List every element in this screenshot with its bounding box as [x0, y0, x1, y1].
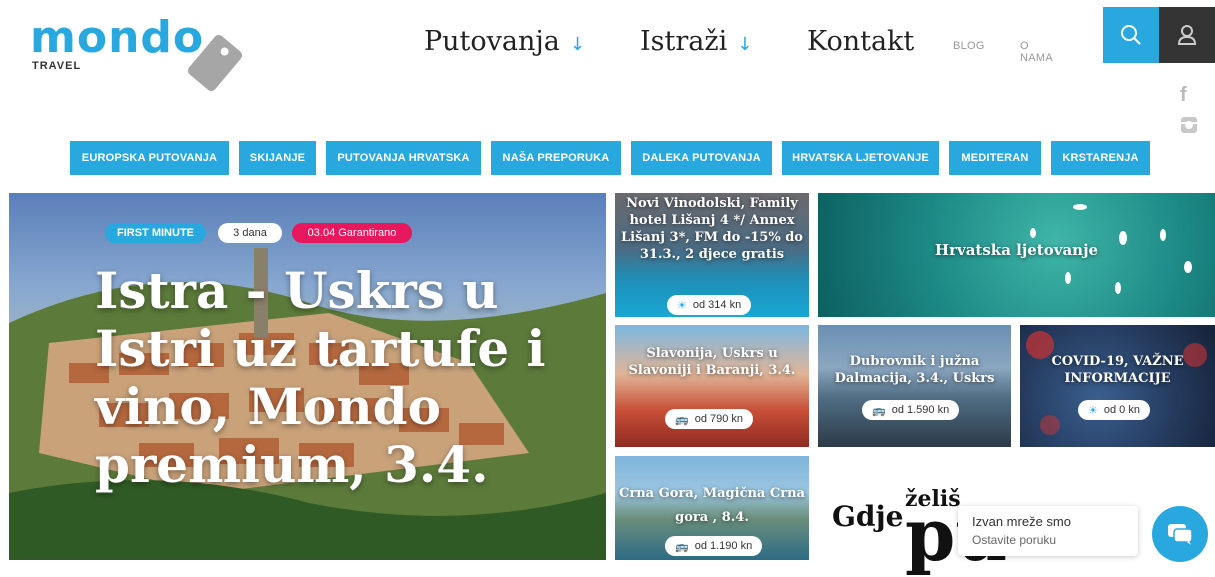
nav-kontakt[interactable]: Kontakt: [807, 24, 914, 60]
category-krstarenja[interactable]: KRSTARENJA: [1051, 141, 1150, 175]
category-putovanja-hrvatska[interactable]: PUTOVANJA HRVATSKA: [326, 141, 481, 175]
arrow-down-icon: ↓: [737, 34, 753, 55]
offer-card-crna-gora[interactable]: Crna Gora, Magična Crna gora , 8.4. 🚌 od …: [615, 456, 809, 560]
price-label: od 1.190 kn: [694, 540, 753, 552]
chat-prompt: Ostavite poruku: [972, 533, 1057, 547]
offer-card-dubrovnik[interactable]: Dubrovnik i južna Dalmacija, 3.4., Uskrs…: [818, 325, 1011, 447]
offer-title: Dubrovnik i južna Dalmacija, 3.4., Uskrs: [834, 354, 995, 386]
nav-putovanja[interactable]: Putovanja ↓: [424, 24, 585, 63]
tag-icon: [187, 34, 243, 92]
nav-blog[interactable]: BLOG: [953, 40, 985, 52]
category-bar: EUROPSKA PUTOVANJA SKIJANJE PUTOVANJA HR…: [0, 141, 1215, 175]
chat-popup[interactable]: Izvan mreže smo Ostavite poruku: [958, 506, 1138, 556]
category-nasa-preporuka[interactable]: NAŠA PREPORUKA: [491, 141, 621, 175]
offer-card-slavonija[interactable]: Slavonija, Uskrs u Slavoniji i Baranji, …: [615, 325, 809, 447]
user-button[interactable]: [1159, 7, 1215, 63]
offer-card-hrvatska-ljetovanje[interactable]: Hrvatska ljetovanje: [818, 193, 1215, 317]
bus-icon: 🚌: [675, 413, 689, 426]
price-label: od 314 kn: [692, 299, 742, 311]
badge-first-minute: FIRST MINUTE: [105, 223, 206, 243]
offer-title: Crna Gora, Magična Crna gora , 8.4.: [619, 486, 805, 525]
chat-button[interactable]: [1152, 506, 1208, 562]
chat-icon: [1168, 524, 1193, 545]
badge-duration: 3 dana: [218, 223, 282, 243]
promo-gdje: Gdje: [832, 500, 904, 533]
offer-card-novi-vinodolski[interactable]: Novi Vinodolski, Family hotel Lišanj 4 *…: [615, 193, 809, 317]
logo-word: mondo: [30, 12, 205, 63]
category-daleka-putovanja[interactable]: DALEKA PUTOVANJA: [631, 141, 772, 175]
logo-sub: TRAVEL: [32, 60, 82, 72]
nav-o-nama[interactable]: O NAMA: [1020, 40, 1053, 64]
offer-title: Hrvatska ljetovanje: [934, 241, 1099, 259]
price-badge: ☀ od 314 kn: [667, 295, 752, 315]
facebook-icon[interactable]: f: [1180, 84, 1187, 107]
offer-title: COVID-19, VAŽNE INFORMACIJE: [1051, 354, 1184, 386]
badge-guaranteed: 03.04 Garantirano: [292, 223, 412, 243]
offer-title: Novi Vinodolski, Family hotel Lišanj 4 *…: [621, 196, 803, 262]
price-label: od 1.590 kn: [891, 404, 950, 416]
instagram-icon[interactable]: [1180, 116, 1198, 140]
price-badge: 🚌 od 790 kn: [665, 409, 754, 429]
nav-istrazi-label: Istraži: [640, 26, 728, 57]
nav-putovanja-label: Putovanja: [424, 26, 560, 57]
category-europska[interactable]: EUROPSKA PUTOVANJA: [70, 141, 229, 175]
offer-card-covid[interactable]: COVID-19, VAŽNE INFORMACIJE ☀ od 0 kn: [1020, 325, 1215, 447]
price-badge: ☀ od 0 kn: [1078, 400, 1150, 420]
category-hrvatska-ljetovanje[interactable]: HRVATSKA LJETOVANJE: [782, 141, 939, 175]
price-badge: 🚌 od 1.190 kn: [665, 536, 763, 556]
sun-icon: ☀: [677, 299, 687, 312]
bus-icon: 🚌: [675, 540, 689, 553]
category-mediteran[interactable]: MEDITERAN: [949, 141, 1041, 175]
category-skijanje[interactable]: SKIJANJE: [239, 141, 316, 175]
price-label: od 0 kn: [1103, 404, 1140, 416]
price-badge: 🚌 od 1.590 kn: [862, 400, 960, 420]
nav-istrazi[interactable]: Istraži ↓: [640, 24, 752, 63]
chat-status: Izvan mreže smo: [972, 514, 1071, 529]
hero-title[interactable]: Istra - Uskrs u Istri uz tartufe i vino,…: [95, 262, 595, 494]
bus-icon: 🚌: [872, 404, 886, 417]
offer-title: Slavonija, Uskrs u Slavoniji i Baranji, …: [628, 346, 796, 378]
search-icon: [1121, 25, 1141, 45]
hero-card[interactable]: Istra - Uskrs u Istri uz tartufe i vino,…: [9, 193, 606, 560]
logo[interactable]: mondo TRAVEL: [30, 14, 250, 94]
user-icon: [1177, 25, 1197, 45]
search-button[interactable]: [1103, 7, 1159, 63]
arrow-down-icon: ↓: [569, 34, 585, 55]
sun-icon: ☀: [1088, 404, 1098, 417]
price-label: od 790 kn: [694, 413, 744, 425]
